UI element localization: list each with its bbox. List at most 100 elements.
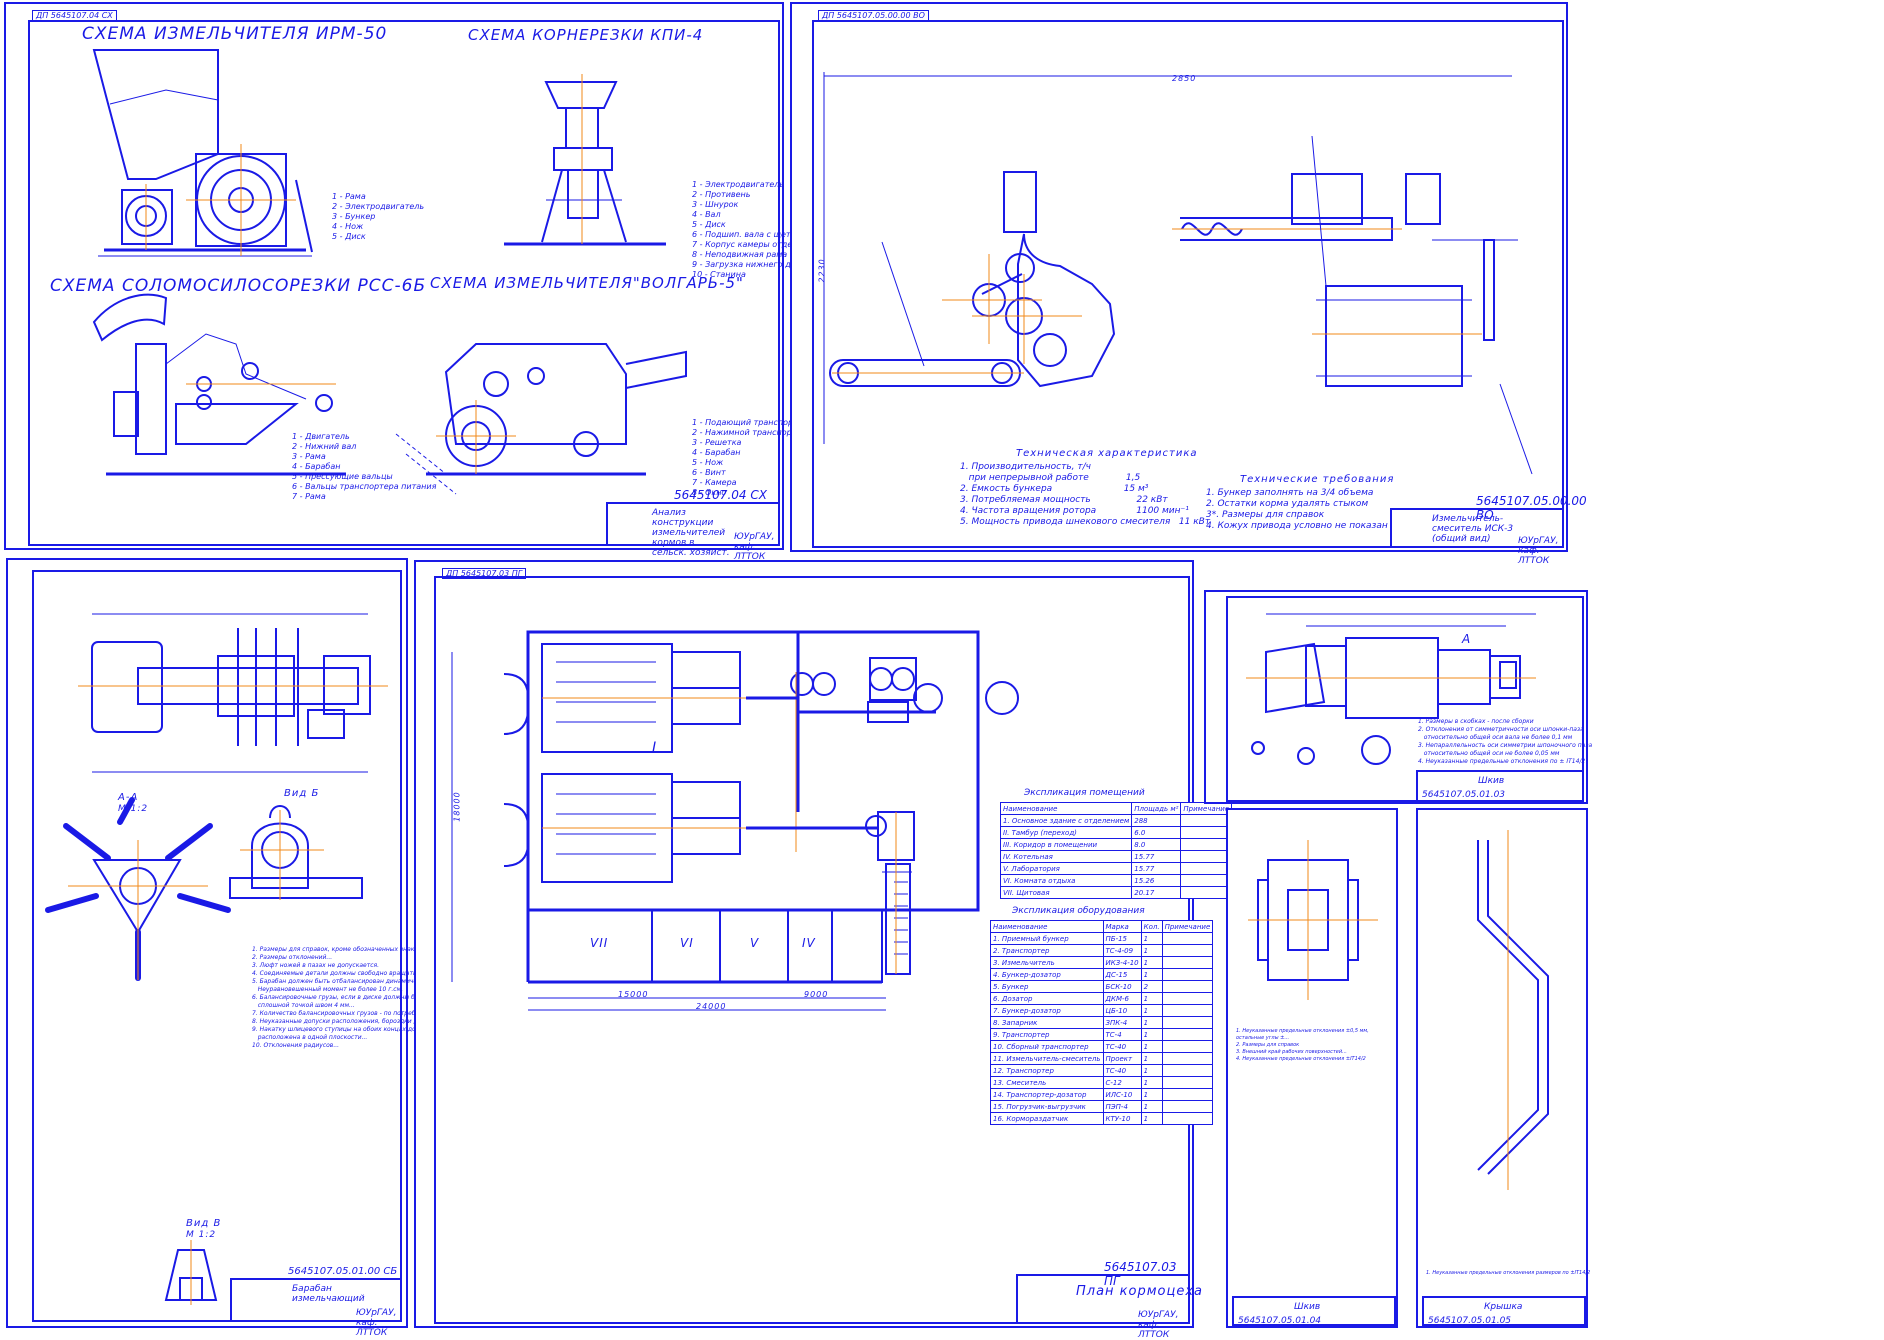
table-cell: БСК-10 — [1102, 980, 1142, 993]
drawing-drum — [45, 613, 388, 1305]
table-cell: 288 — [1131, 814, 1182, 827]
table-cell — [1161, 1016, 1214, 1029]
table-cell — [1180, 862, 1233, 875]
table-cell: ТС-40 — [1102, 1064, 1142, 1077]
table-cell: II. Тамбур (переход) — [999, 826, 1133, 839]
stamp-name: Анализ конструкции измельчителей кормов … — [652, 508, 730, 558]
table-row: 14. Транспортер-дозатор ИЛС-10 1 — [990, 1088, 1214, 1101]
table-cell — [1161, 1076, 1214, 1089]
table-cell: 1 — [1140, 1088, 1163, 1101]
drawing-irm — [92, 49, 687, 495]
dim-24000: 24000 — [696, 1002, 727, 1011]
table-row: 16. Кормораздатчик КТУ-10 1 — [990, 1112, 1214, 1125]
table-cell: VII. Щитовая — [999, 886, 1133, 899]
table-cell — [1161, 956, 1214, 969]
sheet-pulley: 1. Неуказанные предельные отклонения ±0,… — [1226, 808, 1398, 1328]
table-cell: 16. Кормораздатчик — [990, 1112, 1104, 1125]
title-block: Крышка 5645107.05.01.05 — [1422, 1296, 1586, 1326]
table-row: 5. Бункер БСК-10 2 — [990, 980, 1214, 993]
table-row: 1. Основное здание с отделением 288 — [999, 814, 1233, 827]
table-cell — [1180, 874, 1233, 887]
title-block: Шкив 5645107.05.01.03 — [1416, 770, 1584, 802]
table-cell — [1161, 1004, 1214, 1017]
table-cell: 15.77 — [1131, 850, 1182, 863]
room-vii: VII — [590, 936, 609, 950]
sheet-feed-mill-plan: ДП 5645107.03 ПГ I VII VI V IV 24000 150… — [414, 560, 1233, 1340]
room-vi: VI — [680, 936, 694, 950]
table-cell: ТС-40 — [1102, 1040, 1142, 1053]
table-cell: ПБ-15 — [1102, 932, 1142, 945]
stamp-code: 5645107.05.01.03 — [1422, 790, 1506, 800]
table-cell — [1161, 1040, 1214, 1053]
table-row: 4. Бункер-дозатор ДС-15 1 — [990, 968, 1214, 981]
stamp-org: ЮУрГАУ, каф. ЛТТОК — [356, 1308, 397, 1338]
table-cell: 1 — [1140, 932, 1163, 945]
table-cell: 1 — [1140, 1016, 1163, 1029]
table-row: 9. Транспортер ТС-4 1 — [990, 1028, 1214, 1041]
table-cell — [1161, 992, 1214, 1005]
table-cell: 14. Транспортер-дозатор — [990, 1088, 1104, 1101]
table-row: 13. Смеситель С-12 1 — [990, 1076, 1214, 1089]
table-cell: 2 — [1140, 980, 1163, 993]
dim-18000: 18000 — [452, 791, 462, 822]
header-cell: Марка — [1102, 920, 1142, 933]
table-cell: 1 — [1140, 1100, 1163, 1113]
table-cell — [1161, 980, 1214, 993]
table-cell: 1 — [1140, 956, 1163, 969]
table-cell: 1 — [1140, 1004, 1163, 1017]
table-cell: 1 — [1140, 1028, 1163, 1041]
title-block: 5645107.05.00.00 ВО Измельчитель-смесите… — [1390, 494, 1587, 566]
table-cell: 5. Бункер — [990, 980, 1104, 993]
equipment-title: Экспликация оборудования — [1012, 906, 1145, 916]
table-cell: 4. Бункер-дозатор — [990, 968, 1104, 981]
table-cell: 1 — [1140, 968, 1163, 981]
room-iv: IV — [802, 936, 816, 950]
table-cell: 1 — [1140, 1040, 1163, 1053]
table-cell: ИЛС-10 — [1102, 1088, 1142, 1101]
stamp-org: ЮУрГАУ, каф. ЛТТОК — [1518, 536, 1559, 566]
table-cell: 1 — [1140, 1076, 1163, 1089]
table-row: 10. Сборный транспортер ТС-40 1 — [990, 1040, 1214, 1053]
sheet-schemes: ДП 5645107.04 СХ СХЕМА ИЗМЕЛЬЧИТЕЛЯ ИРМ-… — [4, 2, 822, 562]
table-row: V. Лаборатория 15.77 — [999, 862, 1233, 875]
table-cell: 1 — [1140, 1052, 1163, 1065]
table-cell: 1 — [1140, 1112, 1163, 1125]
table-cell: ТС-4 — [1102, 1028, 1142, 1041]
stamp-name: Измельчитель-смеситель ИСК-3 (общий вид) — [1432, 514, 1514, 544]
table-row: II. Тамбур (переход) 6.0 — [999, 826, 1233, 839]
drawing-pulley — [1248, 840, 1378, 1000]
table-row: III. Коридор в помещении 8.0 — [999, 838, 1233, 851]
table-cell: V. Лаборатория — [999, 862, 1133, 875]
stamp-name: Шкив — [1294, 1302, 1321, 1312]
table-cell: 6.0 — [1131, 826, 1182, 839]
table-cell — [1161, 1064, 1214, 1077]
table-cell — [1161, 1112, 1214, 1125]
premises-title: Экспликация помещений — [1024, 788, 1145, 798]
stamp-org: ЮУрГАУ, каф. ЛТТОК — [734, 532, 775, 562]
table-cell: 8.0 — [1131, 838, 1182, 851]
dim-15000: 15000 — [618, 990, 649, 999]
table-cell: 7. Бункер-дозатор — [990, 1004, 1104, 1017]
table-cell — [1161, 932, 1214, 945]
table-cell: 15.77 — [1131, 862, 1182, 875]
pulley-notes: 1. Неуказанные предельные отклонения ±0,… — [1236, 1028, 1369, 1062]
table-cell: 6. Дозатор — [990, 992, 1104, 1005]
table-row: VII. Щитовая 20.17 — [999, 886, 1233, 899]
table-cell: 15.26 — [1131, 874, 1182, 887]
table-cell: 1. Основное здание с отделением — [999, 814, 1133, 827]
table-cell — [1180, 838, 1233, 851]
table-cell — [1161, 944, 1214, 957]
req-title: Технические требования — [1240, 474, 1395, 485]
table-cell: 8. Запарник — [990, 1016, 1104, 1029]
table-cell — [1180, 826, 1233, 839]
stamp-org: ЮУрГАУ, каф. ЛТТОК — [1138, 1310, 1179, 1340]
table-cell: ДС-15 — [1102, 968, 1142, 981]
table-row: 12. Транспортер ТС-40 1 — [990, 1064, 1214, 1077]
table-row: 1. Приемный бункер ПБ-15 1 — [990, 932, 1214, 945]
table-cell: 13. Смеситель — [990, 1076, 1104, 1089]
table-cell: ТС-4-09 — [1102, 944, 1142, 957]
sheet-cover: 1. Неуказанные предельные отклонения раз… — [1416, 808, 1590, 1328]
table-header-row: Наименование Площадь м² Примечание — [999, 802, 1233, 815]
stamp-code: 5645107.05.01.04 — [1238, 1316, 1322, 1326]
header-cell: Кол. — [1140, 920, 1163, 933]
